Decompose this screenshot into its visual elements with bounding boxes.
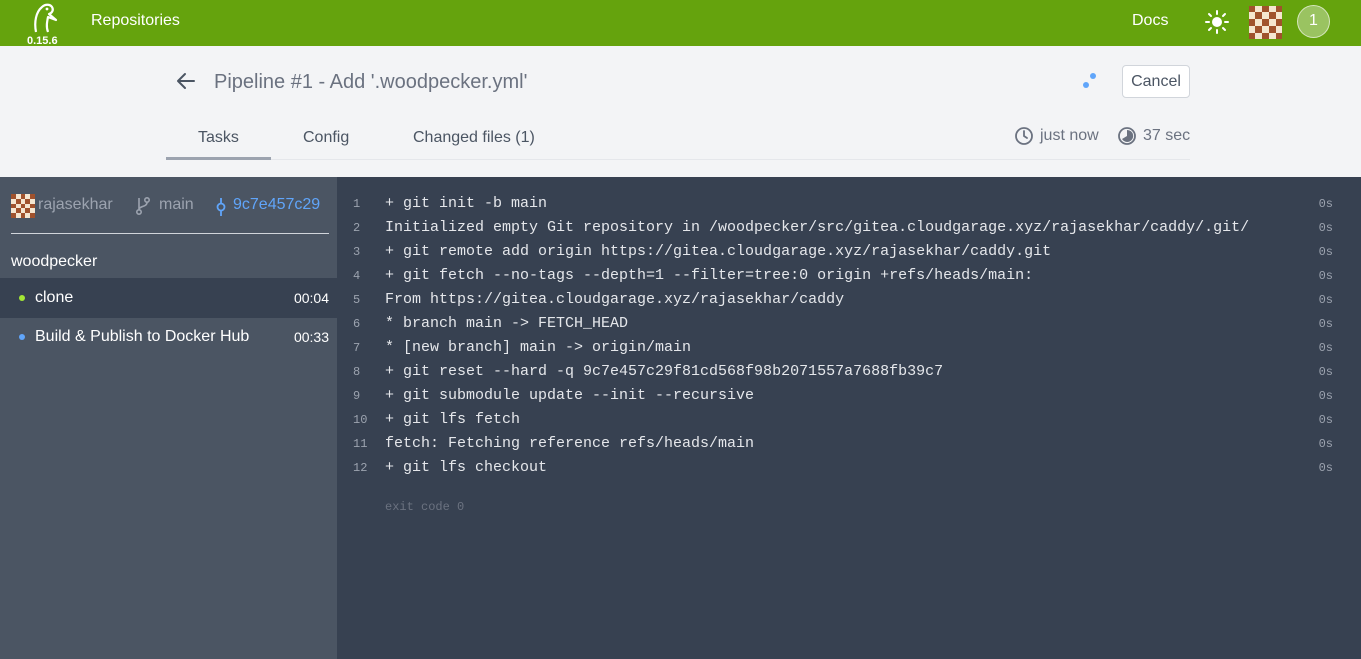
line-number: 9: [353, 389, 361, 403]
step-duration: 00:33: [293, 329, 329, 345]
woodpecker-logo[interactable]: 0.15.6: [26, 2, 62, 47]
line-time: 0s: [1318, 341, 1333, 355]
nav-docs-link[interactable]: Docs: [1132, 12, 1168, 30]
log-line: 1 + git init -b main 0s: [337, 194, 1361, 218]
created-time: just now: [1014, 126, 1099, 146]
notification-badge[interactable]: 1: [1297, 5, 1330, 38]
commit-branch: main: [159, 196, 194, 213]
line-time: 0s: [1318, 437, 1333, 451]
branch-icon: [135, 196, 151, 216]
commit-author: rajasekhar: [38, 196, 113, 213]
log-line: 2 Initialized empty Git repository in /wo…: [337, 218, 1361, 242]
line-number: 4: [353, 269, 361, 283]
tab-changed-files[interactable]: Changed files (1): [413, 129, 535, 147]
log-line: 11 fetch: Fetching reference refs/heads/m…: [337, 434, 1361, 458]
created-time-label: just now: [1040, 127, 1099, 144]
status-dot-running: [19, 334, 25, 340]
line-number: 8: [353, 365, 361, 379]
line-text: fetch: Fetching reference refs/heads/mai…: [385, 435, 755, 452]
user-avatar[interactable]: [1249, 6, 1282, 39]
commit-info: rajasekhar main 9c7e457c29: [11, 194, 329, 234]
line-text: From https://gitea.cloudgarage.xyz/rajas…: [385, 291, 845, 308]
log-line: 4 + git fetch --no-tags --depth=1 --filte…: [337, 266, 1361, 290]
commit-icon: [216, 198, 226, 216]
top-navbar: 0.15.6 Repositories Docs 1: [0, 0, 1361, 47]
arrow-left-icon[interactable]: [174, 69, 198, 93]
log-output: 1 + git init -b main 0s 2 Initialized empty…: [337, 177, 1361, 659]
step-build-publish[interactable]: Build & Publish to Docker Hub 00:33: [0, 317, 337, 357]
sun-icon[interactable]: [1204, 9, 1230, 35]
workflow-name: woodpecker: [11, 253, 98, 270]
commit-message: Add '.woodpecker.yml': [329, 71, 528, 93]
line-text: * [new branch] main -> origin/main: [385, 339, 692, 356]
commit-sha-link[interactable]: 9c7e457c29: [233, 196, 320, 214]
step-clone[interactable]: clone 00:04: [0, 278, 337, 318]
log-line: 8 + git reset --hard -q 9c7e457c29f81cd56…: [337, 362, 1361, 386]
nav-repositories-link[interactable]: Repositories: [91, 12, 180, 30]
tab-tasks[interactable]: Tasks: [198, 129, 239, 147]
line-time: 0s: [1318, 197, 1333, 211]
tab-config[interactable]: Config: [303, 129, 349, 147]
line-number: 1: [353, 197, 361, 211]
line-text: + git init -b main: [385, 195, 548, 212]
line-text: Initialized empty Git repository in /woo…: [385, 219, 1250, 236]
timer-icon: [1118, 127, 1136, 145]
line-text: + git lfs checkout: [385, 459, 548, 476]
line-time: 0s: [1318, 269, 1333, 283]
title-separator: -: [318, 71, 326, 93]
line-time: 0s: [1318, 413, 1333, 427]
pipeline-header: Pipeline #1 - Add '.woodpecker.yml' Canc…: [0, 46, 1361, 177]
duration-label: 37 sec: [1143, 127, 1191, 144]
log-line: 7 * [new branch] main -> origin/main 0s: [337, 338, 1361, 362]
line-number: 6: [353, 317, 361, 331]
line-text: + git submodule update --init --recursiv…: [385, 387, 755, 404]
clock-icon: [1015, 127, 1033, 145]
pipeline-duration: 37 sec: [1117, 126, 1190, 146]
status-dot-success: [19, 295, 25, 301]
line-number: 2: [353, 221, 361, 235]
log-line: 3 + git remote add origin https://gitea.c…: [337, 242, 1361, 266]
pipeline-sidebar: rajasekhar main 9c7e457c29 woodpecker cl…: [0, 177, 337, 659]
woodpecker-icon: [34, 3, 58, 33]
line-number: 7: [353, 341, 361, 355]
exit-code: exit code 0: [385, 500, 465, 514]
step-duration: 00:04: [293, 290, 329, 306]
author-avatar: [11, 194, 35, 218]
log-line: 10 + git lfs fetch 0s: [337, 410, 1361, 434]
log-line: 6 * branch main -> FETCH_HEAD 0s: [337, 314, 1361, 338]
running-spinner-icon: [1083, 73, 1096, 88]
line-time: 0s: [1318, 293, 1333, 307]
line-number: 11: [353, 437, 368, 451]
line-time: 0s: [1318, 245, 1333, 259]
line-time: 0s: [1318, 317, 1333, 331]
log-line: 9 + git submodule update --init --recursi…: [337, 386, 1361, 410]
line-time: 0s: [1318, 461, 1333, 475]
step-name: Build & Publish to Docker Hub: [35, 328, 250, 345]
line-number: 5: [353, 293, 361, 307]
line-time: 0s: [1318, 365, 1333, 379]
cancel-button[interactable]: Cancel: [1122, 65, 1190, 98]
line-number: 10: [353, 413, 368, 427]
line-text: + git reset --hard -q 9c7e457c29f81cd568…: [385, 363, 944, 380]
log-line: 5 From https://gitea.cloudgarage.xyz/raja…: [337, 290, 1361, 314]
active-tab-indicator: [166, 157, 271, 160]
line-text: * branch main -> FETCH_HEAD: [385, 315, 629, 332]
line-time: 0s: [1318, 389, 1333, 403]
line-text: + git fetch --no-tags --depth=1 --filter…: [385, 267, 1034, 284]
line-text: + git lfs fetch: [385, 411, 521, 428]
page-title: Pipeline #1 - Add '.woodpecker.yml': [214, 71, 527, 94]
line-number: 12: [353, 461, 368, 475]
log-line: 12 + git lfs checkout 0s: [337, 458, 1361, 482]
line-text: + git remote add origin https://gitea.cl…: [385, 243, 1052, 260]
line-number: 3: [353, 245, 361, 259]
step-name: clone: [35, 289, 74, 306]
pipeline-number: Pipeline #1: [214, 71, 313, 93]
line-time: 0s: [1318, 221, 1333, 235]
